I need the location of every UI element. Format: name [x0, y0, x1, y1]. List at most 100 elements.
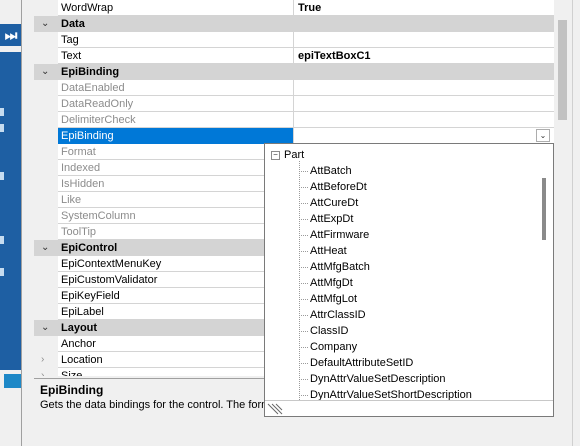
- property-value[interactable]: True: [298, 1, 321, 15]
- row-gutter: [34, 288, 58, 304]
- tree-item[interactable]: AttBatch: [310, 164, 352, 178]
- chevron-right-icon[interactable]: ›: [41, 369, 44, 376]
- tree-item[interactable]: DynAttrValueSetShortDescription: [310, 388, 472, 400]
- resize-grip-icon[interactable]: [267, 403, 283, 415]
- tree-item[interactable]: AttMfgLot: [310, 292, 357, 306]
- tree-item[interactable]: AttExpDt: [310, 212, 353, 226]
- tree-item[interactable]: AttMfgDt: [310, 276, 353, 290]
- property-name: EpiBinding: [61, 130, 114, 142]
- property-name: DelimiterCheck: [61, 114, 136, 126]
- tree-connector-line: [299, 235, 308, 236]
- tree-connector-line: [299, 395, 308, 396]
- property-row-tag[interactable]: Tag: [34, 32, 554, 48]
- property-name: EpiCustomValidator: [61, 274, 158, 286]
- panel-edge-mark: [0, 268, 4, 276]
- row-gutter: [34, 336, 58, 352]
- dropdown-arrow-icon[interactable]: ⌄: [536, 129, 550, 142]
- tree-connector-line: [299, 219, 308, 220]
- property-name: Indexed: [61, 162, 101, 174]
- property-name: Like: [61, 194, 82, 206]
- window-right-edge: [572, 0, 580, 446]
- panel-edge-mark: [0, 108, 4, 116]
- row-gutter: [34, 0, 58, 16]
- column-divider[interactable]: [293, 128, 294, 144]
- row-gutter: [34, 80, 58, 96]
- tree-item[interactable]: AttHeat: [310, 244, 347, 258]
- property-name: EpiContextMenuKey: [61, 258, 162, 270]
- category-epibinding[interactable]: ⌄ EpiBinding: [34, 64, 554, 80]
- tree-item[interactable]: AttFirmware: [310, 228, 369, 242]
- dropdown-scrollbar-thumb[interactable]: [542, 178, 546, 240]
- row-gutter: [34, 208, 58, 224]
- tree-connector-line: [299, 299, 308, 300]
- tree-node-part[interactable]: − Part: [271, 148, 304, 162]
- tree-item[interactable]: AttrClassID: [310, 308, 366, 322]
- property-row-dataenabled[interactable]: DataEnabled: [34, 80, 554, 96]
- tree-item[interactable]: AttMfgBatch: [310, 260, 370, 274]
- category-data[interactable]: ⌄ Data: [34, 16, 554, 32]
- tree-item[interactable]: DynAttrValueSetDescription: [310, 372, 446, 386]
- row-gutter: [34, 128, 58, 144]
- binding-tree[interactable]: − Part AttBatch AttBeforeDt AttCureDt AttExp…: [265, 144, 535, 400]
- property-name: Location: [61, 354, 103, 366]
- chevron-right-icon[interactable]: ›: [41, 353, 44, 367]
- tree-connector-line: [299, 267, 308, 268]
- property-row-epibinding[interactable]: EpiBinding ⌄: [34, 128, 554, 144]
- property-row-wordwrap[interactable]: WordWrap True: [34, 0, 554, 16]
- tree-connector-line: [299, 363, 308, 364]
- property-name: WordWrap: [61, 2, 114, 14]
- property-row-text[interactable]: Text epiTextBoxC1: [34, 48, 554, 64]
- row-gutter: [34, 160, 58, 176]
- description-title: EpiBinding: [40, 383, 104, 397]
- property-name: Text: [61, 50, 82, 62]
- column-divider[interactable]: [293, 32, 294, 48]
- minus-box-icon[interactable]: −: [271, 150, 280, 160]
- row-gutter: [34, 304, 58, 320]
- scrollbar-thumb[interactable]: [558, 20, 567, 120]
- dropdown-scrollbar[interactable]: [536, 144, 553, 400]
- chevron-down-icon[interactable]: ⌄: [41, 17, 49, 31]
- property-row-datareadonly[interactable]: DataReadOnly: [34, 96, 554, 112]
- tree-item[interactable]: DefaultAttributeSetID: [310, 356, 413, 370]
- column-divider[interactable]: [293, 48, 294, 64]
- tree-connector-line: [299, 347, 308, 348]
- tree-connector-line: [299, 283, 308, 284]
- dropdown-footer: [265, 400, 553, 416]
- tree-item[interactable]: AttBeforeDt: [310, 180, 367, 194]
- tree-connector-line: [299, 187, 308, 188]
- row-gutter: [34, 368, 58, 376]
- property-name: Anchor: [61, 338, 96, 350]
- row-gutter: [34, 256, 58, 272]
- column-divider[interactable]: [293, 0, 294, 16]
- chevron-down-icon[interactable]: ⌄: [41, 241, 49, 255]
- row-gutter: [34, 352, 58, 368]
- column-divider[interactable]: [293, 96, 294, 112]
- property-grid-scrollbar[interactable]: [554, 0, 572, 376]
- category-label: EpiControl: [61, 242, 118, 254]
- tree-connector-line: [299, 161, 300, 400]
- binding-dropdown-popup[interactable]: − Part AttBatch AttBeforeDt AttCureDt AttExp…: [264, 143, 554, 417]
- panel-edge-mark: [0, 236, 4, 244]
- property-row-delimitercheck[interactable]: DelimiterCheck: [34, 112, 554, 128]
- row-gutter: [34, 176, 58, 192]
- category-label: Data: [61, 18, 85, 30]
- row-gutter: [34, 224, 58, 240]
- property-name: ToolTip: [61, 226, 97, 238]
- selected-item-marker: [4, 374, 22, 388]
- tree-item[interactable]: AttCureDt: [310, 196, 358, 210]
- column-divider[interactable]: [293, 80, 294, 96]
- strip-separator: [21, 0, 22, 446]
- chevron-down-icon[interactable]: ⌄: [41, 321, 49, 335]
- column-divider[interactable]: [293, 112, 294, 128]
- row-gutter: [34, 272, 58, 288]
- chevron-down-icon[interactable]: ⌄: [41, 65, 49, 79]
- property-name: IsHidden: [61, 178, 105, 190]
- property-name: DataEnabled: [61, 82, 125, 94]
- property-value[interactable]: epiTextBoxC1: [298, 49, 371, 63]
- row-gutter: [34, 192, 58, 208]
- tree-item[interactable]: Company: [310, 340, 357, 354]
- row-gutter: [34, 144, 58, 160]
- tree-item[interactable]: ClassID: [310, 324, 349, 338]
- tree-node-label: Part: [284, 149, 305, 161]
- goto-end-button[interactable]: ⏭: [0, 24, 22, 46]
